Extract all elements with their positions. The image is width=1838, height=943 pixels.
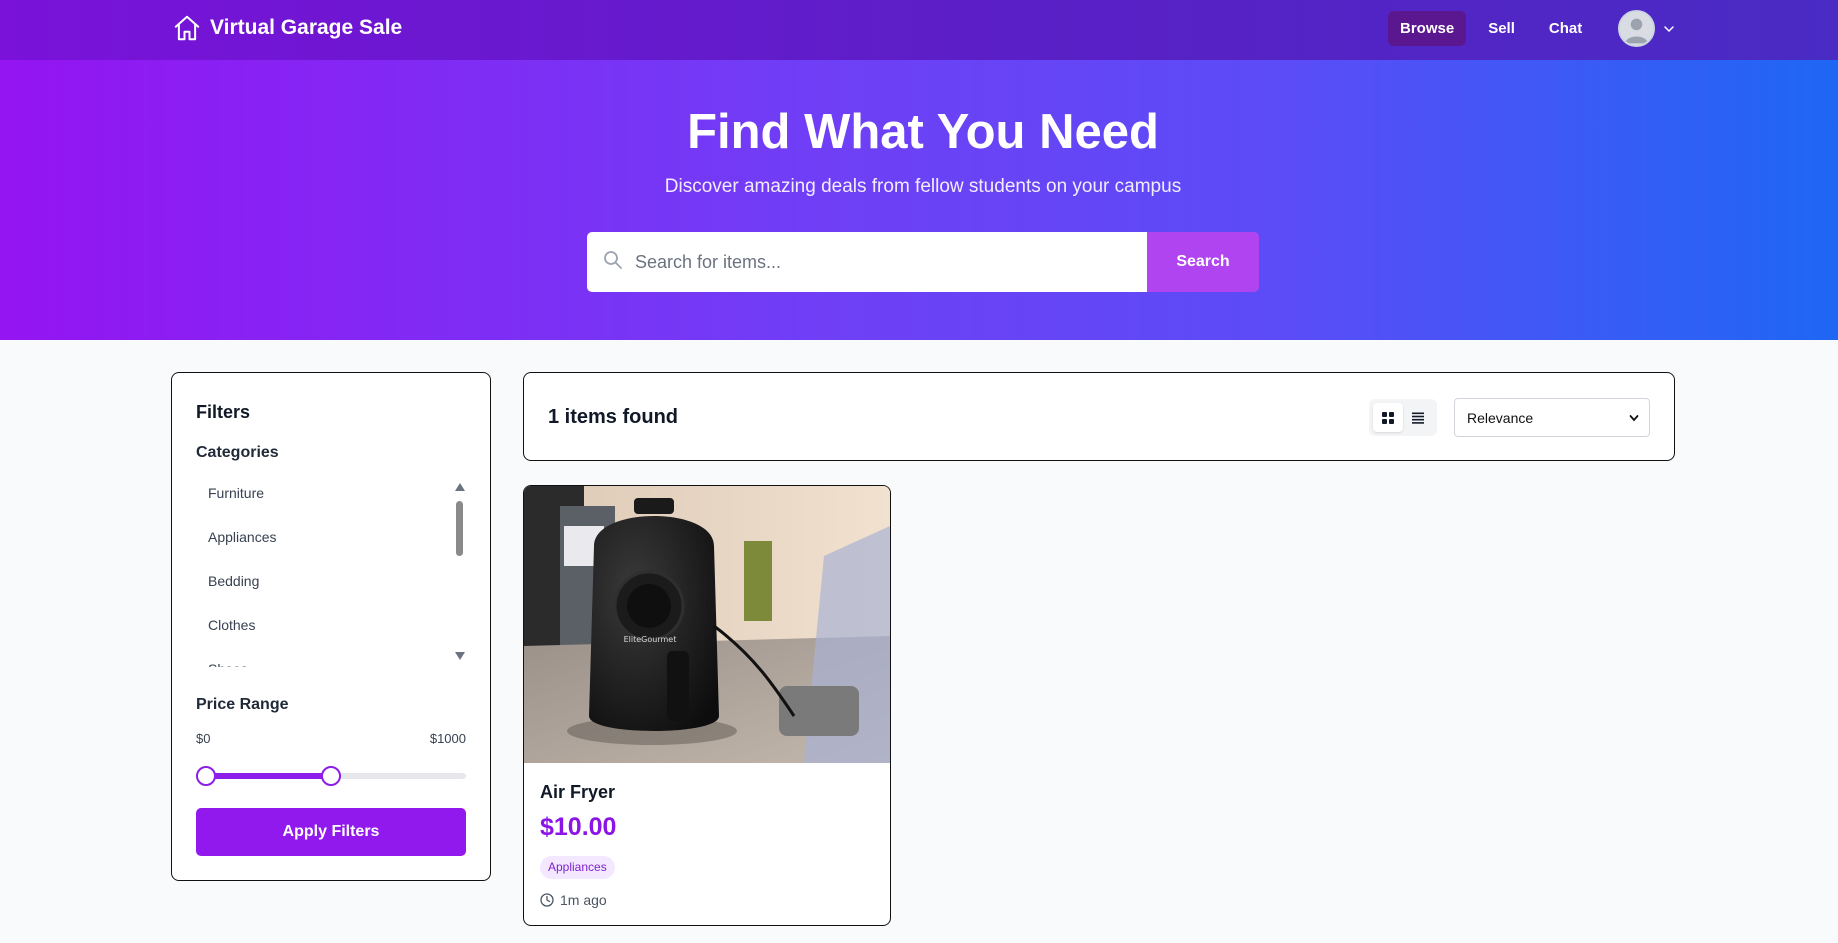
price-min-handle[interactable] <box>196 766 216 786</box>
grid-icon <box>1382 411 1394 424</box>
view-toggle <box>1369 399 1437 436</box>
brand-name: Virtual Garage Sale <box>210 16 403 39</box>
category-list[interactable]: Furniture Appliances Bedding Clothes Sho… <box>196 479 466 667</box>
category-item-shoes[interactable]: Shoes <box>196 655 466 667</box>
user-avatar-icon <box>1620 12 1653 45</box>
nav-chat-link[interactable]: Chat <box>1537 11 1594 46</box>
apply-filters-button[interactable]: Apply Filters <box>196 808 466 856</box>
search-button[interactable]: Search <box>1147 232 1259 292</box>
filters-title: Filters <box>196 402 251 422</box>
posted-time: 1m ago <box>540 892 607 908</box>
hero-subtitle: Discover amazing deals from fellow stude… <box>664 176 1182 197</box>
category-item-appliances[interactable]: Appliances <box>196 523 466 567</box>
clock-icon <box>540 893 554 907</box>
price-min-label: $0 <box>196 731 211 746</box>
nav-links: Browse Sell Chat <box>1388 11 1604 46</box>
hero-title: Find What You Need <box>687 105 1159 159</box>
grid-view-button[interactable] <box>1373 403 1403 432</box>
price-max-label: $1000 <box>429 731 466 746</box>
scroll-up-arrow-icon[interactable] <box>455 483 465 491</box>
list-icon <box>1412 412 1424 424</box>
results-count: 1 items found <box>548 406 679 428</box>
nav-browse-link[interactable]: Browse <box>1388 11 1467 46</box>
category-scrollbar-thumb[interactable] <box>456 501 463 556</box>
item-title[interactable]: Air Fryer <box>540 782 615 803</box>
item-image[interactable]: EliteGourmet <box>524 486 890 763</box>
item-price: $10.00 <box>540 813 617 841</box>
user-menu[interactable] <box>1618 10 1675 47</box>
categories-title: Categories <box>196 444 279 461</box>
chevron-down-icon[interactable] <box>1663 23 1675 35</box>
item-image-label: EliteGourmet <box>624 635 677 644</box>
category-item-clothes[interactable]: Clothes <box>196 611 466 655</box>
hero-section: Find What You Need Discover amazing deal… <box>0 60 1838 340</box>
item-card[interactable]: EliteGourmet Air Fryer $10.00 Appliances… <box>523 485 891 926</box>
price-range-slider[interactable] <box>196 766 466 786</box>
price-max-handle[interactable] <box>321 766 341 786</box>
sort-selected-value: Relevance <box>1467 409 1534 426</box>
brand-link[interactable]: Virtual Garage Sale <box>172 13 402 43</box>
filters-panel: Filters Categories Furniture Appliances … <box>171 372 491 881</box>
home-icon <box>174 15 200 41</box>
posted-time-text: 1m ago <box>560 892 607 908</box>
nav-sell-link[interactable]: Sell <box>1476 11 1527 46</box>
scroll-down-arrow-icon[interactable] <box>455 652 465 660</box>
list-view-button[interactable] <box>1403 403 1433 432</box>
category-item-furniture[interactable]: Furniture <box>196 479 466 523</box>
top-nav: Virtual Garage Sale Browse Sell Chat <box>0 0 1838 60</box>
air-fryer-photo: EliteGourmet <box>524 486 890 763</box>
price-range-title: Price Range <box>196 696 289 713</box>
search-input[interactable] <box>587 232 1147 292</box>
search-icon <box>604 251 622 269</box>
search-bar: Search <box>587 232 1259 292</box>
sort-select[interactable]: Relevance <box>1454 398 1650 437</box>
category-badge: Appliances <box>540 856 615 879</box>
search-field <box>587 232 1147 292</box>
price-range-fill <box>206 773 331 779</box>
results-header: 1 items found Relevance <box>523 372 1675 461</box>
category-item-bedding[interactable]: Bedding <box>196 567 466 611</box>
avatar[interactable] <box>1618 10 1655 47</box>
chevron-down-icon <box>1629 415 1639 422</box>
